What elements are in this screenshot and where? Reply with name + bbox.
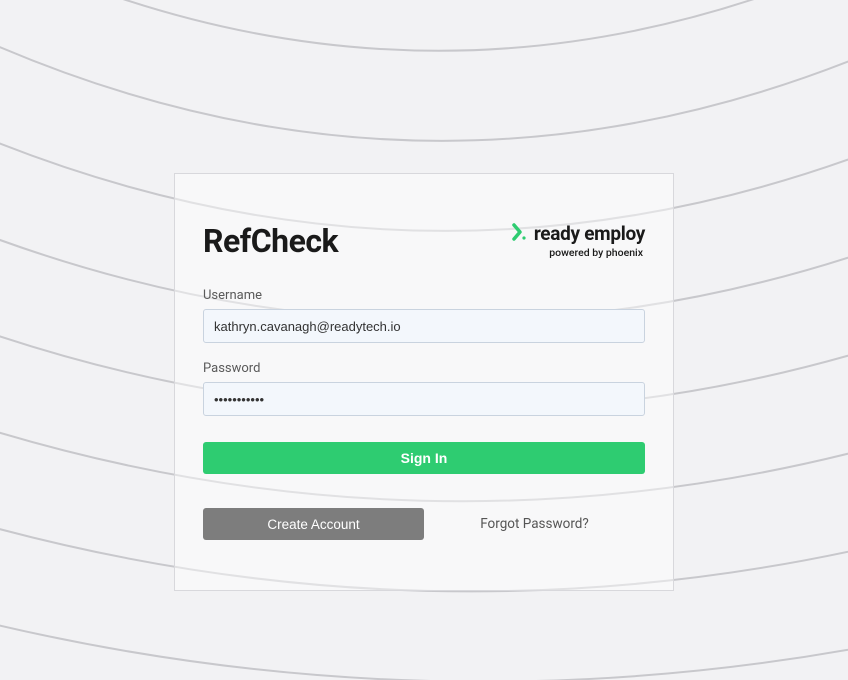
bottom-row: Create Account Forgot Password?: [203, 508, 645, 540]
signin-button[interactable]: Sign In: [203, 442, 645, 474]
brand-tagline: powered by phoenix: [549, 246, 643, 259]
app-title: RefCheck: [203, 222, 338, 260]
brand-block: ready employ powered by phoenix: [512, 222, 645, 259]
password-label: Password: [203, 361, 645, 376]
username-input[interactable]: [203, 309, 645, 343]
header-row: RefCheck ready employ powered by phoenix: [203, 222, 645, 260]
forgot-password-link[interactable]: Forgot Password?: [424, 516, 645, 532]
brand-name: ready employ: [534, 222, 645, 245]
chevron-icon: [512, 223, 528, 244]
login-card: RefCheck ready employ powered by phoenix…: [174, 173, 674, 591]
password-input[interactable]: [203, 382, 645, 416]
create-account-button[interactable]: Create Account: [203, 508, 424, 540]
brand-main: ready employ: [512, 222, 645, 245]
username-label: Username: [203, 288, 645, 303]
